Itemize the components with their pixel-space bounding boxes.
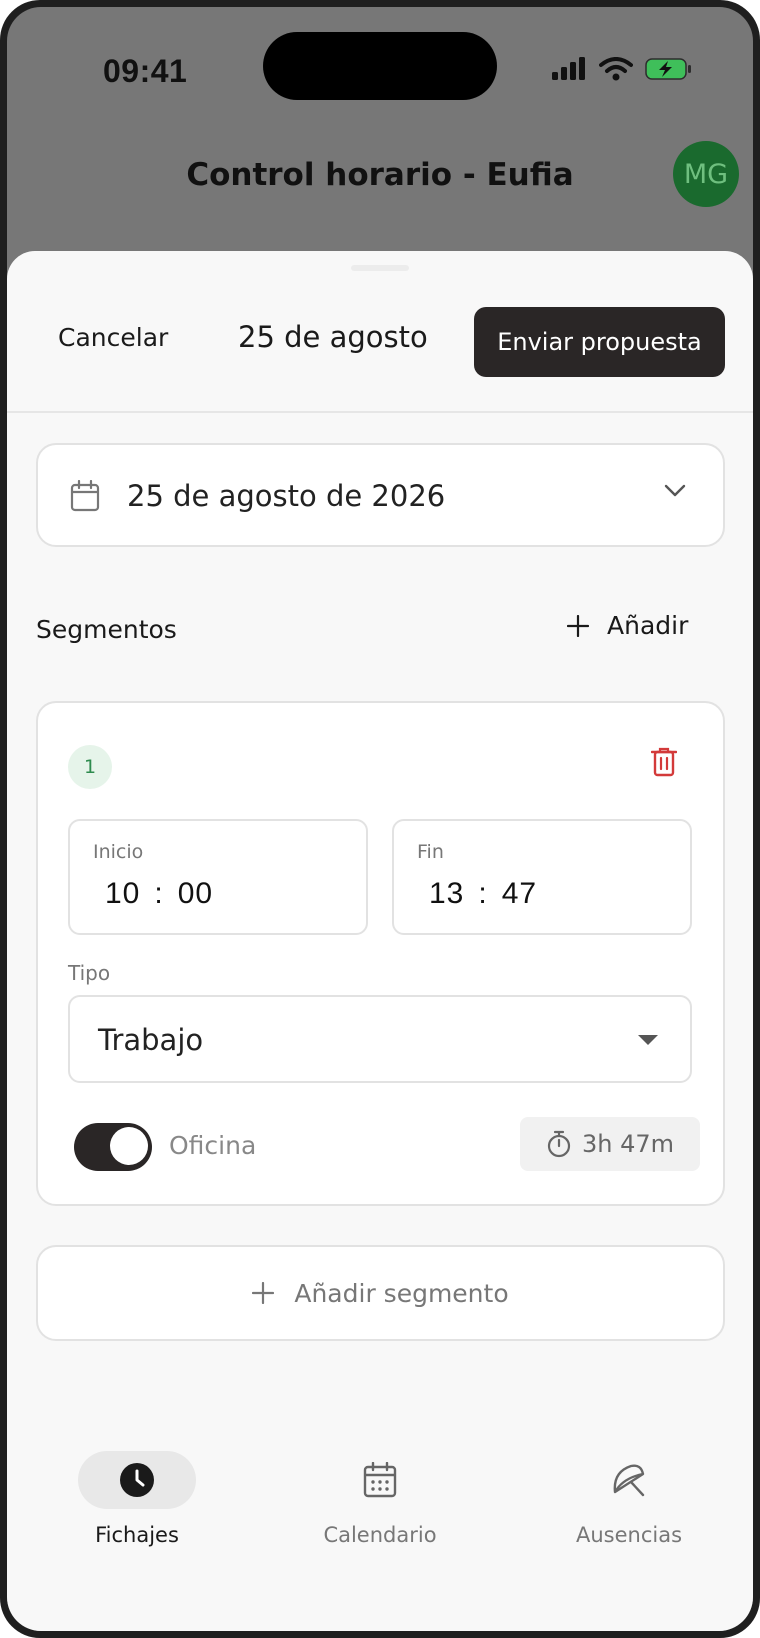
header-divider xyxy=(7,411,753,413)
dropdown-arrow-icon xyxy=(638,1035,658,1045)
duration-badge: 3h 47m xyxy=(520,1117,700,1171)
signal-icon xyxy=(552,57,585,80)
date-value: 25 de agosto de 2026 xyxy=(127,479,446,513)
sheet-title: 25 de agosto xyxy=(238,320,428,354)
type-value: Trabajo xyxy=(98,1023,204,1057)
start-time-field[interactable]: Inicio 10:00 xyxy=(68,819,368,935)
start-time-value[interactable]: 10:00 xyxy=(105,877,213,911)
type-label: Tipo xyxy=(68,961,111,985)
nav-label-ausencias: Ausencias xyxy=(575,1523,683,1547)
wifi-icon xyxy=(599,57,633,81)
segment-card: 1 Inicio 10:00 Fin 13: 47 Tipo Trabajo O… xyxy=(36,701,725,1206)
nav-item-ausencias[interactable]: Ausencias xyxy=(539,1451,719,1547)
calendar-icon xyxy=(70,480,100,512)
start-hour[interactable]: 10 xyxy=(105,877,140,911)
end-time-field[interactable]: Fin 13:47 xyxy=(392,819,692,935)
send-proposal-button[interactable]: Enviar propuesta xyxy=(474,307,725,377)
end-minute[interactable]: 47 xyxy=(502,877,537,911)
office-toggle[interactable] xyxy=(74,1123,152,1171)
add-segment-button[interactable]: Añadir segmento xyxy=(36,1245,725,1341)
add-segment-label: Añadir segmento xyxy=(294,1278,509,1308)
phone-frame: 09:41 Control horario - Eufia MG Cancela… xyxy=(0,0,760,1638)
sheet-grabber[interactable] xyxy=(351,265,409,271)
start-label: Inicio xyxy=(93,841,144,863)
nav-active-pill xyxy=(78,1451,196,1509)
battery-icon xyxy=(645,58,691,80)
chevron-down-icon xyxy=(664,484,686,497)
nav-item-calendario[interactable]: Calendario xyxy=(290,1451,470,1547)
plus-icon xyxy=(567,614,589,637)
duration-value: 3h 47m xyxy=(581,1130,675,1158)
office-label: Oficina xyxy=(169,1131,257,1160)
calendar-icon xyxy=(363,1462,397,1498)
end-label: Fin xyxy=(417,841,444,863)
date-picker[interactable]: 25 de agosto de 2026 xyxy=(36,443,725,547)
plus-icon xyxy=(252,1282,275,1304)
screen: 09:41 Control horario - Eufia MG Cancela… xyxy=(7,7,753,1631)
dynamic-island xyxy=(263,32,497,100)
umbrella-icon xyxy=(613,1464,645,1497)
trash-icon[interactable] xyxy=(651,747,677,777)
nav-label-calendario: Calendario xyxy=(323,1523,437,1547)
cancel-button[interactable]: Cancelar xyxy=(58,323,168,352)
toggle-knob xyxy=(110,1127,148,1165)
status-icons xyxy=(551,57,693,81)
type-select[interactable]: Trabajo xyxy=(68,995,692,1083)
nav-label-fichajes: Fichajes xyxy=(95,1523,179,1547)
stopwatch-icon xyxy=(547,1130,571,1158)
start-minute[interactable]: 00 xyxy=(178,877,213,911)
clock-icon xyxy=(120,1463,154,1497)
bottom-sheet: Cancelar 25 de agosto Enviar propuesta 2… xyxy=(7,251,753,1631)
add-label: Añadir xyxy=(607,611,689,640)
status-time: 09:41 xyxy=(103,53,188,89)
app-title: Control horario - Eufia xyxy=(186,157,574,193)
end-hour[interactable]: 13 xyxy=(429,877,464,911)
segments-heading: Segmentos xyxy=(36,615,177,644)
avatar[interactable]: MG xyxy=(673,141,739,207)
nav-item-fichajes[interactable]: Fichajes xyxy=(47,1451,227,1547)
segment-number-badge: 1 xyxy=(68,745,112,789)
add-button[interactable]: Añadir xyxy=(567,611,688,640)
end-time-value[interactable]: 13:47 xyxy=(429,877,537,911)
